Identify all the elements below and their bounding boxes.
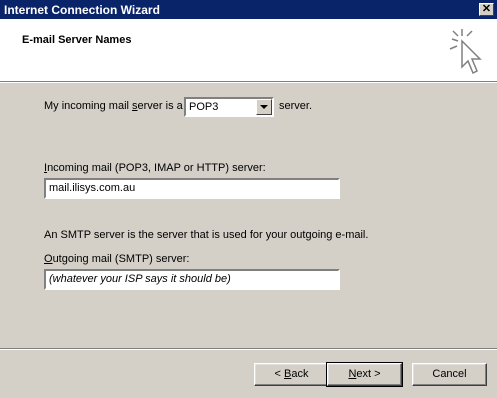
incoming-server-input[interactable]: mail.ilisys.com.au [44,178,340,199]
back-button[interactable]: < Back [254,363,329,386]
close-button[interactable]: ✕ [479,3,494,16]
window-title: Internet Connection Wizard [4,3,160,17]
incoming-server-label: Incoming mail (POP3, IMAP or HTTP) serve… [44,162,266,174]
footer-separator [0,348,497,350]
next-button[interactable]: Next > [326,362,403,387]
incoming-server-type-value: POP3 [189,101,219,113]
page-title: E-mail Server Names [22,34,132,46]
close-icon: ✕ [481,3,492,15]
chevron-down-icon[interactable] [256,99,272,115]
wizard-wand-icon [449,29,482,75]
smtp-info-text: An SMTP server is the server that is use… [44,229,369,241]
incoming-type-label: My incoming mail server is a [44,100,183,112]
incoming-server-type-select[interactable]: POP3 [184,97,274,117]
wizard-header: E-mail Server Names [0,19,497,83]
incoming-type-suffix: server. [279,100,313,112]
outgoing-server-input[interactable]: (whatever your ISP says it should be) [44,269,340,290]
outgoing-server-label: Outgoing mail (SMTP) server: [44,253,190,265]
cancel-button[interactable]: Cancel [412,363,487,386]
title-bar: Internet Connection Wizard ✕ [0,0,497,19]
